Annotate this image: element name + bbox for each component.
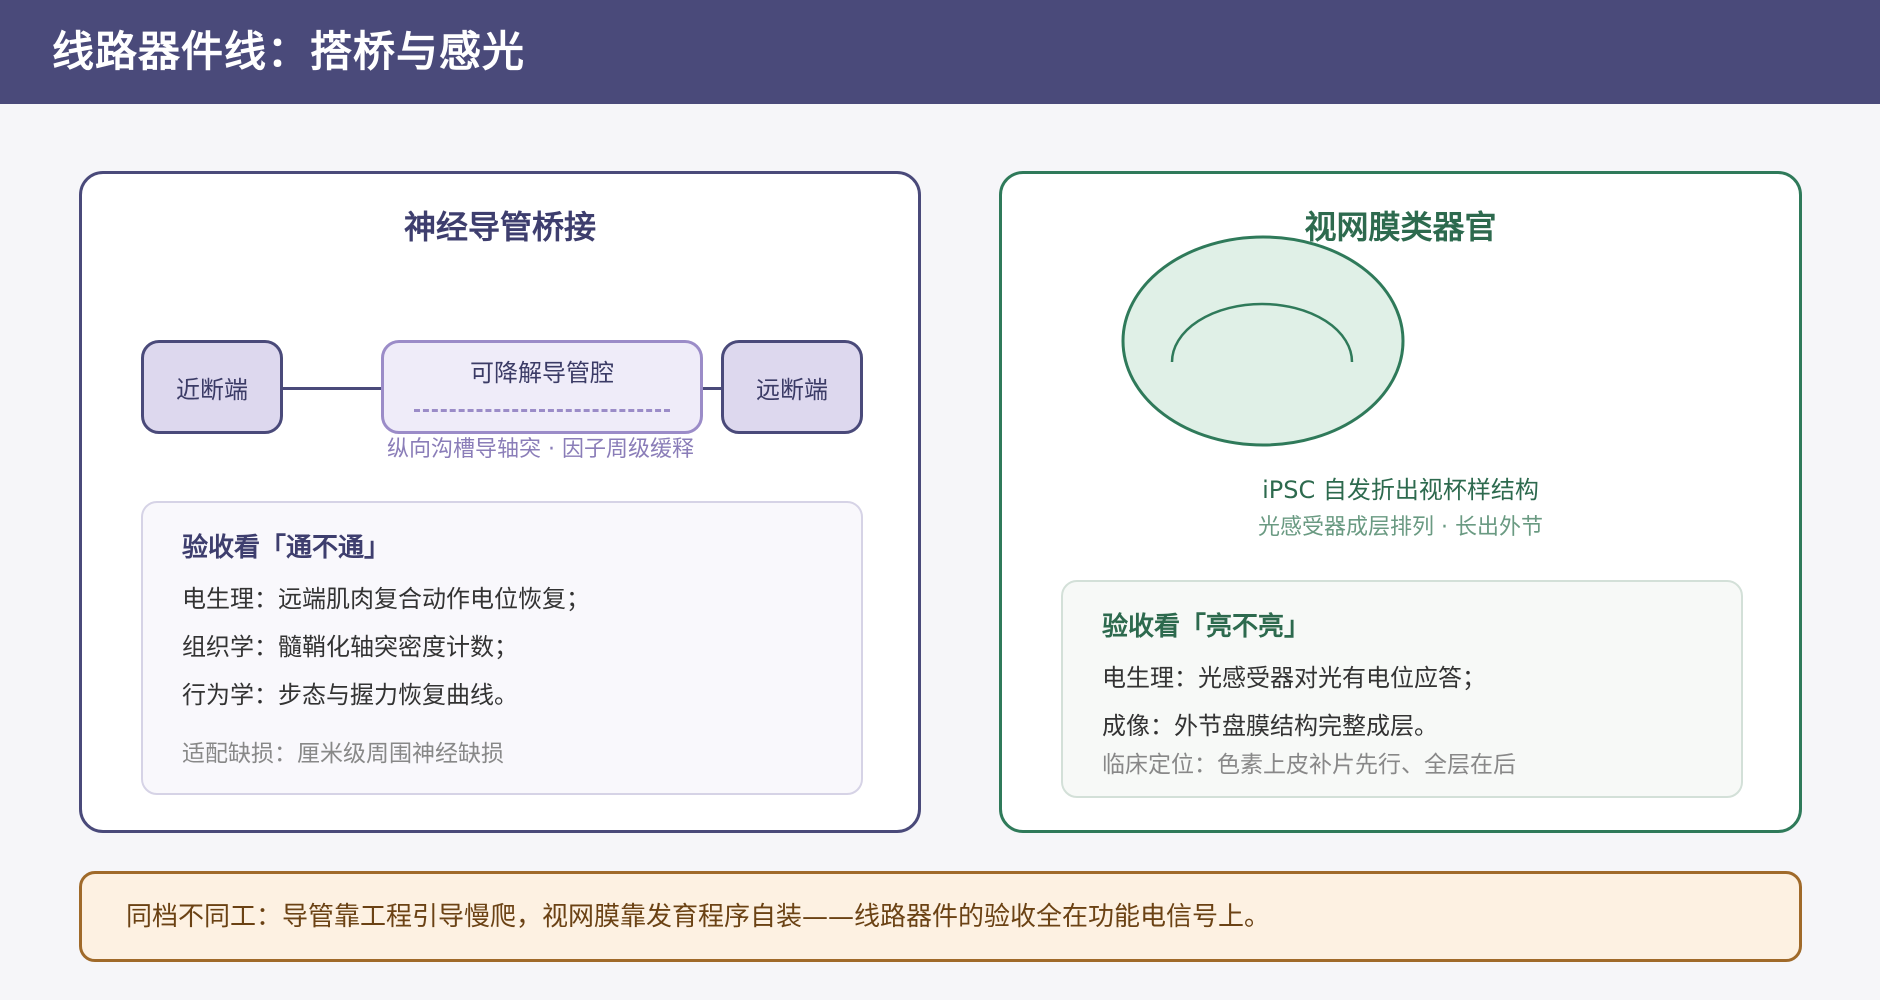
nerve-acceptance-box: 验收看「通不通」 电生理：远端肌肉复合动作电位恢复； 组织学：髓鞘化轴突密度计数…: [141, 501, 863, 795]
retinal-organoid-card: 视网膜类器官 iPSC 自发折出视杯样结构 光感受器成层排列 · 长出外节 验收…: [999, 171, 1802, 833]
distal-stump-label: 远断端: [756, 375, 828, 404]
page-header: 线路器件线：搭桥与感光: [0, 0, 1880, 104]
conduit-groove-line: [414, 409, 670, 412]
distal-stump-node: 远断端: [721, 340, 863, 434]
nerve-acceptance-item: 组织学：髓鞘化轴突密度计数；: [182, 633, 518, 661]
organoid-body: [1121, 235, 1405, 447]
wire-distal: [701, 387, 723, 390]
wire-proximal: [281, 387, 383, 390]
nerve-conduit-card: 神经导管桥接 近断端 可降解导管腔 远断端 纵向沟槽导轴突 · 因子周级缓释 验…: [79, 171, 921, 833]
nerve-acceptance-title: 验收看「通不通」: [182, 533, 391, 563]
page-title: 线路器件线：搭桥与感光: [52, 27, 526, 76]
retina-acceptance-item: 电生理：光感受器对光有电位应答；: [1102, 664, 1486, 692]
nerve-conduit-title: 神经导管桥接: [403, 208, 596, 246]
summary-text: 同档不同工：导管靠工程引导慢爬，视网膜靠发育程序自装——线路器件的验收全在功能电…: [126, 902, 1271, 932]
proximal-stump-node: 近断端: [141, 340, 283, 434]
nerve-acceptance-note: 适配缺损：厘米级周围神经缺损: [182, 741, 504, 767]
nerve-acceptance-item: 电生理：远端肌肉复合动作电位恢复；: [182, 585, 590, 613]
conduit-label: 可降解导管腔: [470, 359, 614, 387]
degradable-conduit-node: 可降解导管腔: [381, 340, 703, 434]
optic-cup-illustration: [1121, 235, 1405, 447]
summary-callout: 同档不同工：导管靠工程引导慢爬，视网膜靠发育程序自装——线路器件的验收全在功能电…: [79, 871, 1802, 962]
retina-acceptance-note: 临床定位：色素上皮补片先行、全层在后: [1102, 752, 1516, 778]
retina-acceptance-box: 验收看「亮不亮」 电生理：光感受器对光有电位应答； 成像：外节盘膜结构完整成层。…: [1061, 580, 1743, 798]
proximal-stump-label: 近断端: [176, 375, 248, 404]
nerve-acceptance-item: 行为学：步态与握力恢复曲线。: [182, 681, 518, 709]
organoid-caption: iPSC 自发折出视杯样结构: [1262, 476, 1539, 504]
retinal-organoid-title: 视网膜类器官: [1304, 208, 1497, 246]
organoid-subcaption: 光感受器成层排列 · 长出外节: [1258, 515, 1543, 540]
retina-acceptance-title: 验收看「亮不亮」: [1102, 612, 1311, 642]
retina-acceptance-item: 成像：外节盘膜结构完整成层。: [1102, 712, 1438, 740]
conduit-caption: 纵向沟槽导轴突 · 因子周级缓释: [387, 437, 694, 462]
